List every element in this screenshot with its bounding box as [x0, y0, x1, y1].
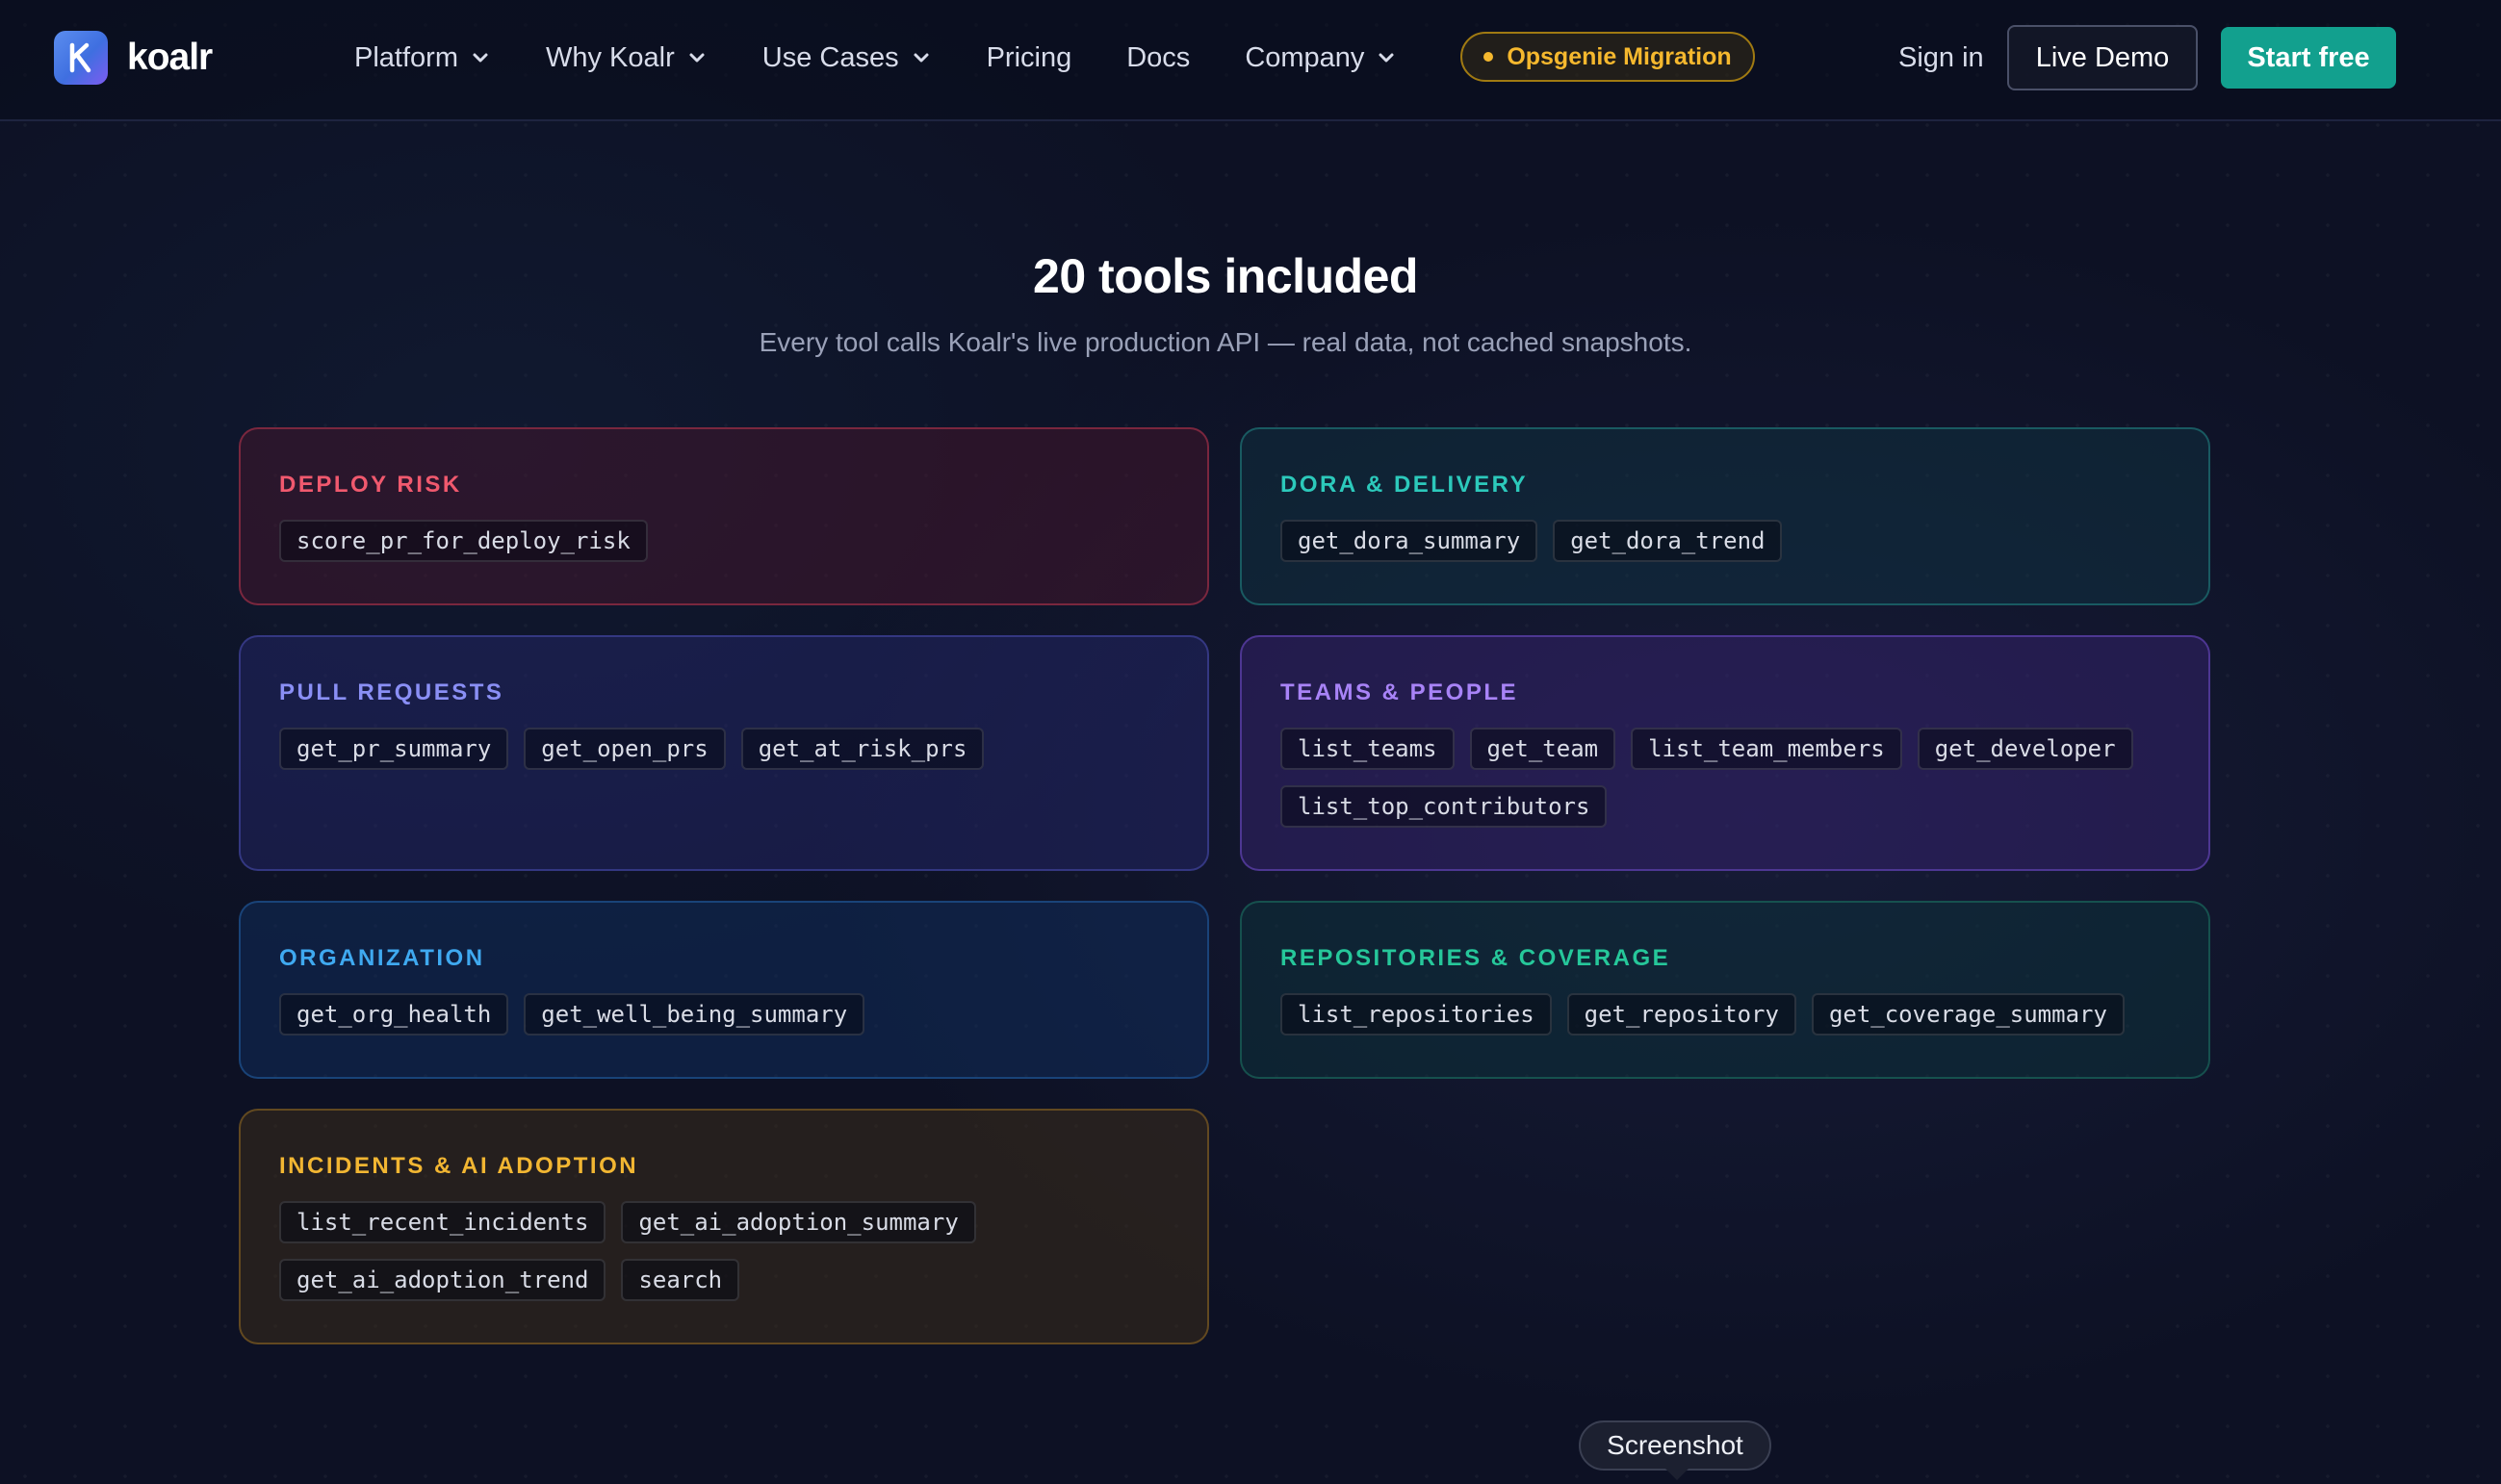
sign-in-link[interactable]: Sign in — [1898, 37, 1984, 79]
tool-chip: get_org_health — [279, 993, 509, 1036]
tool-chip: get_ai_adoption_summary — [621, 1201, 976, 1243]
brand-name: koalr — [127, 37, 213, 78]
tool-chip-list: get_org_health get_well_being_summary — [279, 993, 1169, 1036]
opsgenie-migration-link[interactable]: Opsgenie Migration — [1460, 32, 1755, 82]
nav-company[interactable]: Company — [1245, 42, 1397, 74]
category-title: ORGANIZATION — [279, 945, 485, 971]
tool-chip: get_team — [1469, 728, 1616, 770]
tool-chip: list_team_members — [1631, 728, 1902, 770]
live-demo-button[interactable]: Live Demo — [2007, 25, 2198, 90]
nav-why-koalr[interactable]: Why Koalr — [546, 42, 708, 74]
category-title: INCIDENTS & AI ADOPTION — [279, 1153, 639, 1179]
category-card-dora-delivery: DORA & DELIVERY get_dora_summary get_dor… — [1240, 427, 2210, 605]
tool-chip: get_dora_trend — [1553, 520, 1783, 562]
category-card-incidents-ai-adoption: INCIDENTS & AI ADOPTION list_recent_inci… — [239, 1109, 1209, 1344]
nav-pricing[interactable]: Pricing — [987, 42, 1072, 74]
tool-chip: get_coverage_summary — [1811, 993, 2125, 1036]
chevron-down-icon — [473, 53, 488, 63]
category-card-organization: ORGANIZATION get_org_health get_well_bei… — [239, 901, 1209, 1079]
tool-chip: list_recent_incidents — [279, 1201, 606, 1243]
nav-pricing-label: Pricing — [986, 41, 1072, 73]
category-card-repositories-coverage: REPOSITORIES & COVERAGE list_repositorie… — [1240, 901, 2210, 1079]
migration-label: Opsgenie Migration — [1507, 42, 1732, 70]
section-subtitle: Every tool calls Koalr's live production… — [759, 327, 1692, 357]
category-title: REPOSITORIES & COVERAGE — [1280, 945, 1671, 971]
tool-chip-list: list_repositories get_repository get_cov… — [1280, 993, 2170, 1036]
tool-chip-list: get_dora_summary get_dora_trend — [1280, 520, 2170, 562]
category-card-teams-people: TEAMS & PEOPLE list_teams get_team list_… — [1240, 635, 2210, 871]
tool-chip: get_developer — [1917, 728, 2133, 770]
category-card-pull-requests: PULL REQUESTS get_pr_summary get_open_pr… — [239, 635, 1209, 871]
tool-chip: list_top_contributors — [1280, 785, 1608, 828]
chevron-down-icon — [914, 53, 929, 63]
tool-chip: list_repositories — [1280, 993, 1552, 1036]
nav-use-cases[interactable]: Use Cases — [762, 42, 932, 74]
category-title: DEPLOY RISK — [279, 472, 462, 498]
section-title: 20 tools included — [1033, 249, 1418, 303]
top-nav: koalr Platform Why Koalr Use Cases Prici… — [0, 0, 2501, 121]
nav-docs-label: Docs — [1126, 41, 1191, 73]
tool-chip-list: score_pr_for_deploy_risk — [279, 520, 1169, 562]
tool-chip-list: list_recent_incidents get_ai_adoption_su… — [279, 1201, 1169, 1301]
nav-company-label: Company — [1245, 41, 1365, 73]
chevron-down-icon — [1379, 53, 1394, 63]
category-title: DORA & DELIVERY — [1280, 472, 1529, 498]
tool-chip: get_open_prs — [524, 728, 726, 770]
tool-chip: search — [621, 1259, 740, 1301]
logo-k-glyph — [69, 42, 91, 73]
nav-platform[interactable]: Platform — [354, 42, 491, 74]
nav-docs[interactable]: Docs — [1126, 42, 1190, 74]
category-title: TEAMS & PEOPLE — [1280, 679, 1519, 705]
nav-links: Platform Why Koalr Use Cases Pricing Doc… — [354, 0, 1397, 115]
tooltip-tail — [1665, 1469, 1689, 1480]
tool-chip: get_at_risk_prs — [740, 728, 985, 770]
category-title: PULL REQUESTS — [279, 679, 504, 705]
status-dot-icon — [1483, 52, 1494, 62]
tool-chip-list: list_teams get_team list_team_members ge… — [1280, 728, 2170, 828]
nav-use-cases-label: Use Cases — [761, 41, 899, 73]
nav-why-koalr-label: Why Koalr — [545, 41, 675, 73]
start-free-button[interactable]: Start free — [2221, 27, 2396, 89]
brand-home-link[interactable]: koalr — [54, 31, 213, 85]
chevron-down-icon — [689, 53, 705, 63]
tool-chip: score_pr_for_deploy_risk — [279, 520, 648, 562]
tool-chip: get_well_being_summary — [524, 993, 865, 1036]
tool-chip: get_repository — [1566, 993, 1796, 1036]
tool-chip: get_dora_summary — [1280, 520, 1538, 562]
tool-chip-list: get_pr_summary get_open_prs get_at_risk_… — [279, 728, 1169, 770]
nav-platform-label: Platform — [354, 41, 458, 73]
category-card-deploy-risk: DEPLOY RISK score_pr_for_deploy_risk — [239, 427, 1209, 605]
tool-chip: get_ai_adoption_trend — [279, 1259, 606, 1301]
screenshot-tooltip: Screenshot — [1579, 1420, 1771, 1471]
tool-chip: list_teams — [1280, 728, 1455, 770]
koalr-logo-icon — [54, 31, 108, 85]
tool-chip: get_pr_summary — [279, 728, 509, 770]
